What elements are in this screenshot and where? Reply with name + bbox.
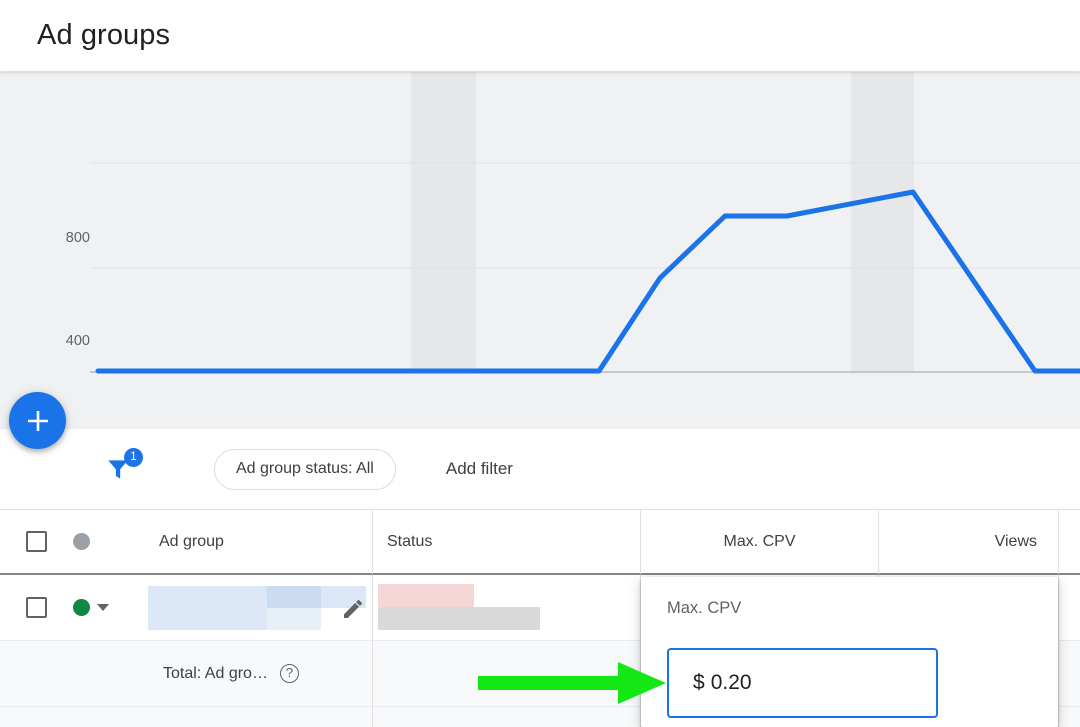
filter-chip-label: Ad group status: All bbox=[236, 460, 374, 478]
chevron-down-icon[interactable] bbox=[97, 604, 109, 611]
currency-symbol: $ bbox=[693, 671, 705, 695]
max-cpv-input[interactable]: $ 0.20 bbox=[667, 648, 938, 718]
filter-toolbar: 1 Ad group status: All Add filter bbox=[0, 429, 1080, 510]
column-header-max-cpv[interactable]: Max. CPV bbox=[640, 509, 878, 574]
table-header-row: Ad group Status Max. CPV Views bbox=[0, 510, 1080, 575]
partial-name-cell bbox=[135, 707, 372, 727]
chart-series-line bbox=[98, 192, 1080, 371]
row-tail-cell bbox=[1058, 575, 1080, 640]
partial-select-cell bbox=[0, 707, 73, 727]
pencil-icon bbox=[341, 597, 365, 621]
status-dot-header-cell bbox=[73, 509, 135, 574]
help-circle-icon[interactable]: ? bbox=[280, 664, 299, 683]
redacted-adgroup-block bbox=[148, 608, 267, 630]
column-header-adgroup-label: Ad group bbox=[159, 533, 224, 551]
performance-chart[interactable]: 800 400 0 Aug 1, 2022 bbox=[0, 72, 1080, 429]
total-select-cell bbox=[0, 641, 73, 706]
row-select-cell[interactable] bbox=[0, 575, 73, 640]
chart-weekend-band bbox=[851, 72, 914, 372]
column-header-views[interactable]: Views bbox=[878, 509, 1058, 574]
total-dot-cell bbox=[73, 641, 135, 706]
column-header-adgroup[interactable]: Ad group bbox=[135, 509, 372, 574]
create-fab-button[interactable] bbox=[9, 392, 66, 449]
redacted-status-block bbox=[378, 584, 474, 607]
max-cpv-value: 0.20 bbox=[711, 671, 752, 695]
edit-adgroup-name-button[interactable] bbox=[341, 597, 365, 626]
max-cpv-popup-label: Max. CPV bbox=[667, 599, 741, 618]
select-all-cell[interactable] bbox=[0, 509, 73, 574]
plus-icon bbox=[25, 408, 51, 434]
row-checkbox[interactable] bbox=[26, 597, 47, 618]
chart-ytick-400: 400 bbox=[30, 333, 90, 349]
green-arrow-annotation bbox=[478, 660, 668, 711]
redacted-adgroup-block bbox=[267, 608, 321, 630]
chart-canvas bbox=[0, 72, 1080, 429]
row-status-dot-cell[interactable] bbox=[73, 575, 135, 640]
partial-tail-cell bbox=[1058, 694, 1080, 727]
column-header-status-label: Status bbox=[387, 533, 432, 551]
add-filter-button[interactable]: Add filter bbox=[446, 459, 513, 479]
redacted-status-block bbox=[378, 607, 540, 630]
filter-count-badge: 1 bbox=[124, 448, 143, 467]
select-all-checkbox[interactable] bbox=[26, 531, 47, 552]
filter-funnel-button[interactable]: 1 bbox=[101, 452, 135, 486]
page-title: Ad groups bbox=[37, 19, 170, 52]
redacted-adgroup-block bbox=[267, 586, 321, 608]
status-dot-icon bbox=[73, 533, 90, 550]
arrow-right-icon bbox=[478, 660, 668, 706]
total-label-cell: Total: Ad gro… ? bbox=[135, 641, 372, 706]
column-header-views-label: Views bbox=[995, 533, 1037, 551]
column-header-status[interactable]: Status bbox=[372, 509, 640, 574]
screen-root: Ad groups 800 400 0 Aug 1, 2022 bbox=[0, 0, 1080, 727]
partial-dot-cell bbox=[73, 707, 135, 727]
filter-chip-adgroup-status[interactable]: Ad group status: All bbox=[214, 449, 396, 490]
page-header: Ad groups bbox=[0, 0, 1080, 71]
column-header-max-cpv-label: Max. CPV bbox=[723, 533, 795, 551]
chart-weekend-band bbox=[411, 72, 476, 372]
total-label: Total: Ad gro… bbox=[163, 665, 268, 683]
chart-ytick-800: 800 bbox=[30, 230, 90, 246]
column-header-tail bbox=[1058, 509, 1080, 574]
status-dot-green-icon bbox=[73, 599, 90, 616]
redacted-adgroup-block bbox=[148, 586, 267, 608]
